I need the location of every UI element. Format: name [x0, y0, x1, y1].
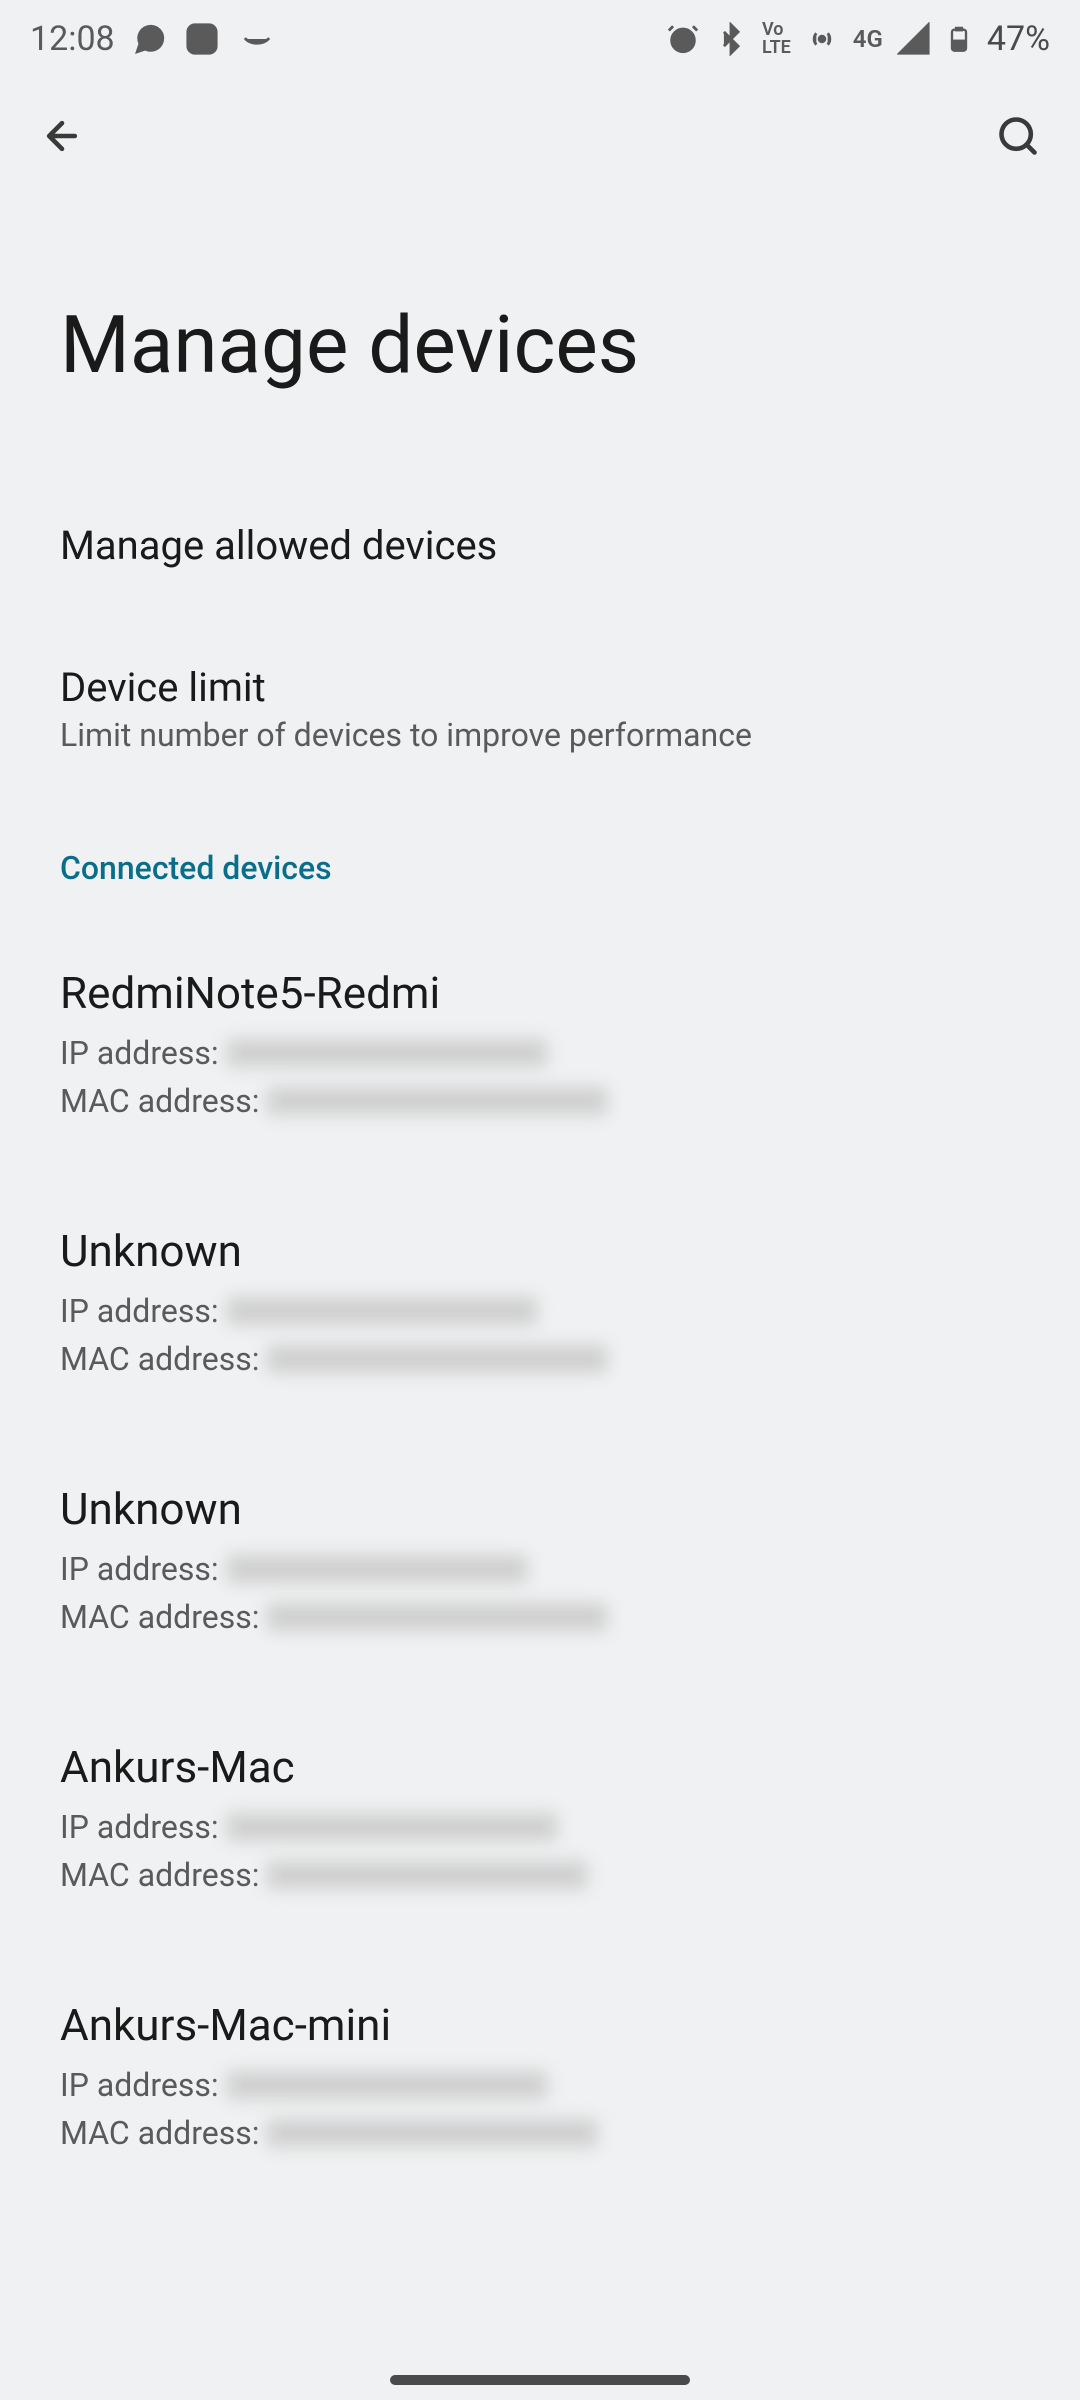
device-mac: MAC address: [60, 1851, 1020, 1899]
device-name: Ankurs-Mac-mini [60, 1999, 1020, 2051]
redacted-value [227, 1555, 527, 1583]
connected-devices-header: Connected devices [60, 849, 1020, 887]
arrow-back-icon [40, 114, 84, 158]
manage-allowed-title: Manage allowed devices [60, 522, 1020, 569]
whatsapp-icon [133, 22, 167, 56]
device-name: Unknown [60, 1483, 1020, 1535]
search-icon [996, 114, 1040, 158]
status-bar: 12:08 VoLTE 4G [0, 0, 1080, 78]
redacted-value [227, 1039, 547, 1067]
device-ip: IP address: [60, 1545, 1020, 1593]
status-time: 12:08 [30, 19, 115, 59]
redacted-value [227, 1813, 557, 1841]
volte-icon: VoLTE [762, 21, 791, 57]
device-name: Ankurs-Mac [60, 1741, 1020, 1793]
device-item[interactable]: Ankurs-Mac-mini IP address: MAC address: [60, 1999, 1020, 2157]
device-item[interactable]: Unknown IP address: MAC address: [60, 1225, 1020, 1383]
signal-icon [897, 22, 931, 56]
alarm-icon [666, 22, 700, 56]
device-limit-item[interactable]: Device limit Limit number of devices to … [60, 664, 1020, 754]
device-name: Unknown [60, 1225, 1020, 1277]
instagram-icon [185, 22, 219, 56]
device-name: RedmiNote5-Redmi [60, 967, 1020, 1019]
search-button[interactable] [996, 114, 1040, 162]
device-item[interactable]: RedmiNote5-Redmi IP address: MAC address… [60, 967, 1020, 1125]
device-mac: MAC address: [60, 1335, 1020, 1383]
redacted-value [227, 2071, 547, 2099]
network-type: 4G [853, 25, 883, 53]
page-title: Manage devices [60, 298, 1020, 392]
bluetooth-icon [714, 22, 748, 56]
device-mac: MAC address: [60, 1593, 1020, 1641]
battery-icon [945, 22, 973, 56]
app-bar [0, 78, 1080, 198]
redacted-value [227, 1297, 537, 1325]
redacted-value [267, 1345, 607, 1373]
amazon-icon [237, 22, 277, 56]
device-ip: IP address: [60, 1287, 1020, 1335]
device-ip: IP address: [60, 1029, 1020, 1077]
manage-allowed-devices-item[interactable]: Manage allowed devices [60, 522, 1020, 569]
device-limit-subtitle: Limit number of devices to improve perfo… [60, 716, 1020, 754]
device-ip: IP address: [60, 2061, 1020, 2109]
back-button[interactable] [40, 114, 84, 162]
device-item[interactable]: Unknown IP address: MAC address: [60, 1483, 1020, 1641]
main-content: Manage devices Manage allowed devices De… [0, 198, 1080, 2157]
redacted-value [267, 1603, 607, 1631]
status-right: VoLTE 4G 47% [666, 19, 1050, 59]
battery-percentage: 47% [987, 19, 1050, 59]
redacted-value [267, 1861, 587, 1889]
status-left: 12:08 [30, 19, 277, 59]
redacted-value [267, 2119, 597, 2147]
redacted-value [267, 1087, 607, 1115]
navigation-handle[interactable] [390, 2375, 690, 2385]
device-ip: IP address: [60, 1803, 1020, 1851]
hotspot-icon [805, 22, 839, 56]
device-mac: MAC address: [60, 1077, 1020, 1125]
device-item[interactable]: Ankurs-Mac IP address: MAC address: [60, 1741, 1020, 1899]
device-limit-title: Device limit [60, 664, 1020, 711]
device-mac: MAC address: [60, 2109, 1020, 2157]
